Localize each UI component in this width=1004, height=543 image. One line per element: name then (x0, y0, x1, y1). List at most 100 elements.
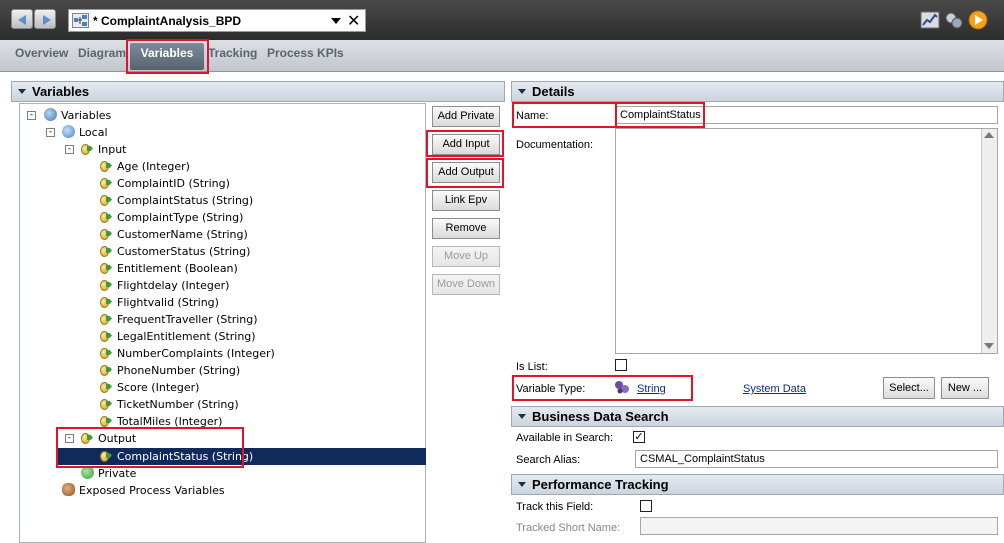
variable-icon (100, 193, 113, 206)
collapse-arrow-icon (518, 89, 526, 94)
network-icon[interactable] (944, 10, 964, 30)
private-icon (81, 466, 94, 479)
collapse-toggle[interactable]: - (65, 434, 74, 443)
performance-tracking-title: Performance Tracking (532, 477, 669, 492)
tree-node-input-variable[interactable]: ComplaintID (String) (100, 175, 230, 192)
collapse-toggle[interactable]: - (46, 128, 55, 137)
variable-icon (100, 397, 113, 410)
input-folder-icon (81, 142, 94, 155)
tree-node-input-variable[interactable]: PhoneNumber (String) (100, 362, 240, 379)
tree-node-exposed-process-variables[interactable]: Exposed Process Variables (62, 482, 225, 499)
variable-icon (100, 380, 113, 393)
tree-node-local[interactable]: Local (62, 124, 108, 141)
tree-node-input-variable[interactable]: FrequentTraveller (String) (100, 311, 258, 328)
track-field-checkbox[interactable] (640, 500, 652, 512)
tree-node-output-variable[interactable]: ComplaintStatus (String) (100, 448, 253, 465)
variable-icon (100, 295, 113, 308)
documentation-label: Documentation: (516, 139, 594, 151)
chevron-down-icon[interactable] (331, 18, 341, 24)
tree-node-input-variable[interactable]: ComplaintType (String) (100, 209, 243, 226)
scroll-up-icon[interactable] (984, 132, 994, 138)
variables-panel-title: Variables (32, 84, 90, 99)
variable-icon (100, 261, 113, 274)
variable-icon (100, 346, 113, 359)
variable-type-label: Variable Type: (516, 383, 586, 395)
tab-diagram[interactable]: Diagram (78, 46, 126, 60)
tree-node-input-variable[interactable]: NumberComplaints (Integer) (100, 345, 275, 362)
performance-tracking-header[interactable]: Performance Tracking (511, 474, 1004, 495)
variable-icon (100, 176, 113, 189)
select-type-button[interactable]: Select... (883, 377, 935, 399)
move-down-button[interactable]: Move Down (432, 274, 500, 295)
collapse-arrow-icon (18, 89, 26, 94)
tree-node-input-variable[interactable]: ComplaintStatus (String) (100, 192, 253, 209)
scroll-down-icon[interactable] (984, 343, 994, 349)
process-title: * ComplaintAnalysis_BPD (93, 14, 242, 28)
variables-folder-icon (44, 108, 57, 121)
scrollbar[interactable] (981, 129, 997, 353)
move-up-button[interactable]: Move Up (432, 246, 500, 267)
business-data-search-header[interactable]: Business Data Search (511, 406, 1004, 427)
search-alias-field[interactable]: CSMAL_ComplaintStatus (635, 450, 998, 468)
system-data-link[interactable]: System Data (743, 383, 806, 395)
add-output-button[interactable]: Add Output (432, 162, 500, 183)
tree-node-input-variable[interactable]: LegalEntitlement (String) (100, 328, 256, 345)
tree-node-private[interactable]: Private (81, 465, 136, 482)
name-label: Name: (516, 110, 549, 122)
add-private-button[interactable]: Add Private (432, 106, 500, 127)
variables-panel-header[interactable]: Variables (11, 81, 505, 102)
performance-chart-icon[interactable] (920, 10, 940, 30)
back-arrow-icon (18, 15, 26, 25)
output-folder-icon (81, 431, 94, 444)
tree-node-input-variable[interactable]: Entitlement (Boolean) (100, 260, 238, 277)
tree-node-input-variable[interactable]: TotalMiles (Integer) (100, 413, 222, 430)
add-input-button[interactable]: Add Input (432, 134, 500, 155)
variable-type-link[interactable]: String (637, 383, 666, 395)
tab-process-kpis[interactable]: Process KPIs (267, 46, 344, 60)
tab-variables[interactable]: Variables (130, 43, 204, 70)
bpd-process-icon (72, 13, 89, 28)
is-list-label: Is List: (516, 361, 548, 373)
tree-node-variables[interactable]: Variables (44, 107, 111, 124)
search-alias-label: Search Alias: (516, 454, 581, 466)
title-bar: * ComplaintAnalysis_BPD ✕ (0, 0, 1004, 40)
tree-node-input-variable[interactable]: Flightdelay (Integer) (100, 277, 229, 294)
details-panel-header[interactable]: Details (511, 81, 1004, 102)
available-in-search-checkbox[interactable]: ✓ (633, 431, 645, 443)
name-field[interactable]: ComplaintStatus (615, 106, 998, 124)
close-icon[interactable]: ✕ (347, 11, 360, 30)
variable-icon (100, 278, 113, 291)
collapse-toggle[interactable]: - (65, 145, 74, 154)
local-scope-icon (62, 125, 75, 138)
details-panel-title: Details (532, 84, 575, 99)
tab-tracking[interactable]: Tracking (208, 46, 257, 60)
forward-arrow-icon (43, 15, 51, 25)
process-selector[interactable]: * ComplaintAnalysis_BPD ✕ (68, 9, 366, 32)
business-data-search-title: Business Data Search (532, 409, 669, 424)
available-in-search-label: Available in Search: (516, 432, 614, 444)
tree-node-input-variable[interactable]: Age (Integer) (100, 158, 190, 175)
tracked-short-name-field[interactable] (640, 517, 998, 535)
collapse-arrow-icon (518, 414, 526, 419)
remove-button[interactable]: Remove (432, 218, 500, 239)
tree-node-input-variable[interactable]: Score (Integer) (100, 379, 199, 396)
run-play-icon[interactable] (968, 10, 988, 30)
tree-node-input[interactable]: Input (81, 141, 126, 158)
variable-icon (100, 244, 113, 257)
is-list-checkbox[interactable] (615, 359, 627, 371)
tree-node-input-variable[interactable]: TicketNumber (String) (100, 396, 239, 413)
tab-overview[interactable]: Overview (15, 46, 68, 60)
documentation-textarea[interactable] (615, 128, 998, 354)
variable-icon (100, 312, 113, 325)
tree-node-output[interactable]: Output (81, 430, 136, 447)
tree-node-input-variable[interactable]: Flightvalid (String) (100, 294, 219, 311)
collapse-toggle[interactable]: - (27, 111, 36, 120)
forward-button[interactable] (34, 9, 56, 29)
tracked-short-name-label: Tracked Short Name: (516, 522, 621, 534)
tree-node-input-variable[interactable]: CustomerName (String) (100, 226, 248, 243)
back-button[interactable] (11, 9, 33, 29)
data-type-icon (615, 381, 629, 394)
link-epv-button[interactable]: Link Epv (432, 190, 500, 211)
tree-node-input-variable[interactable]: CustomerStatus (String) (100, 243, 250, 260)
new-type-button[interactable]: New ... (941, 377, 989, 399)
